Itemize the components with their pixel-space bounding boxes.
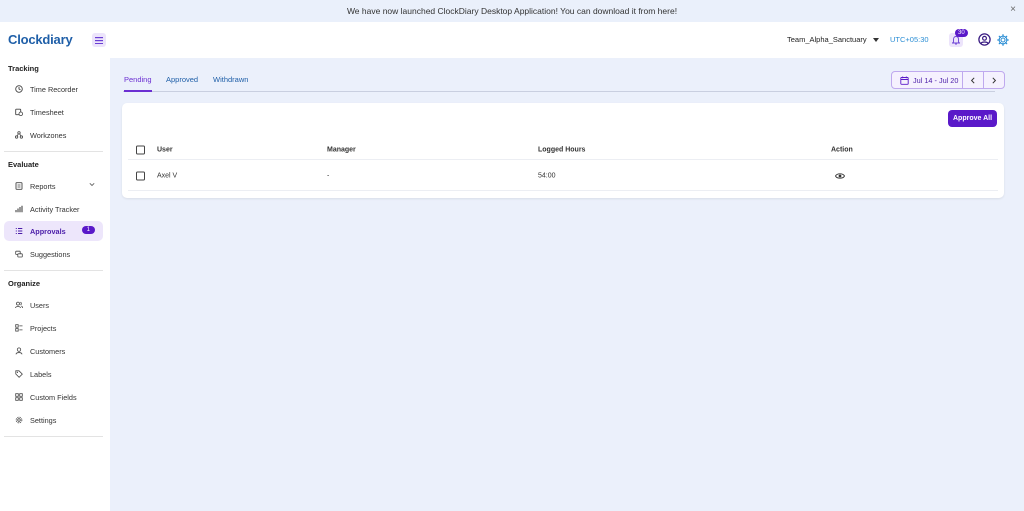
chevron-down-icon — [89, 182, 95, 187]
column-header-logged-hours[interactable]: Logged Hours — [538, 146, 585, 153]
gear-icon — [15, 416, 23, 424]
settings-gear-button[interactable] — [997, 33, 1009, 51]
column-header-manager[interactable]: Manager — [327, 146, 356, 153]
users-icon — [15, 301, 23, 309]
reports-icon — [15, 182, 23, 190]
hamburger-menu-button[interactable] — [92, 33, 106, 47]
date-range-button[interactable]: Jul 14 - Jul 20 — [892, 72, 963, 88]
clock-icon — [15, 85, 23, 93]
menu-icon — [95, 36, 103, 44]
divider — [4, 151, 103, 152]
gear-icon — [997, 34, 1009, 46]
next-week-button[interactable] — [983, 72, 1004, 88]
divider — [4, 270, 103, 271]
sidebar-item-label: Reports — [30, 181, 56, 191]
team-name: Team_Alpha_Sanctuary — [787, 35, 867, 44]
select-all-checkbox[interactable] — [136, 145, 145, 154]
sidebar-item-activity-tracker[interactable]: Activity Tracker — [4, 199, 103, 219]
sidebar-item-label: Customers — [30, 346, 66, 356]
sidebar-item-label: Activity Tracker — [30, 204, 80, 214]
sidebar-item-custom-fields[interactable]: Custom Fields — [4, 387, 103, 407]
approvals-count-badge: 1 — [81, 226, 95, 234]
timesheet-icon — [15, 108, 23, 116]
sidebar-item-label: Labels — [30, 369, 52, 379]
sidebar-item-settings[interactable]: Settings — [4, 410, 103, 430]
profile-button[interactable] — [978, 33, 991, 51]
custom-fields-icon — [15, 393, 23, 401]
sidebar-item-label: Timesheet — [30, 107, 64, 117]
sidebar-item-timesheet[interactable]: Timesheet — [4, 102, 103, 122]
sidebar-item-label: Approvals — [30, 226, 66, 236]
bar-chart-icon — [15, 205, 23, 213]
checklist-icon — [15, 228, 23, 234]
sidebar: Tracking Time Recorder Timesheet Workzon… — [0, 58, 110, 511]
close-banner-button[interactable]: × — [1010, 5, 1016, 15]
tab-approved[interactable]: Approved — [166, 75, 198, 91]
section-title-organize: Organize — [8, 279, 41, 288]
row-checkbox[interactable] — [136, 171, 145, 180]
section-title-tracking: Tracking — [8, 64, 39, 73]
approve-all-button[interactable]: Approve All — [948, 110, 997, 127]
date-range-picker: Jul 14 - Jul 20 — [891, 71, 1005, 89]
section-title-evaluate: Evaluate — [8, 160, 39, 169]
banner-text[interactable]: We have now launched ClockDiary Desktop … — [347, 6, 677, 16]
eye-icon — [834, 172, 846, 179]
customer-icon — [15, 347, 23, 355]
sidebar-item-time-recorder[interactable]: Time Recorder — [4, 79, 103, 99]
sidebar-item-label: Settings — [30, 415, 57, 425]
suggestions-icon — [15, 250, 23, 258]
workzones-icon — [15, 131, 23, 139]
previous-week-button[interactable] — [963, 72, 984, 88]
projects-icon — [15, 324, 23, 332]
tag-icon — [15, 370, 23, 378]
column-header-user[interactable]: User — [157, 146, 173, 153]
row-manager: - — [327, 172, 330, 179]
sidebar-item-suggestions[interactable]: Suggestions — [4, 244, 103, 264]
tab-pending[interactable]: Pending — [124, 75, 152, 92]
sidebar-item-label: Time Recorder — [30, 84, 78, 94]
notification-count-badge: 30 — [955, 29, 968, 37]
chevron-right-icon — [992, 76, 997, 84]
user-circle-icon — [978, 33, 991, 46]
divider — [4, 436, 103, 437]
sidebar-item-approvals[interactable]: Approvals 1 — [4, 221, 103, 241]
app-logo[interactable]: Clockdiary — [8, 32, 73, 47]
table-header: User Manager Logged Hours Action — [128, 140, 998, 160]
sidebar-item-label: Suggestions — [30, 249, 71, 259]
row-user: Axel V — [157, 172, 178, 179]
notifications-button[interactable]: 30 — [949, 29, 968, 47]
sidebar-item-label: Workzones — [30, 130, 67, 140]
sidebar-item-projects[interactable]: Projects — [4, 318, 103, 338]
sidebar-item-labels[interactable]: Labels — [4, 364, 103, 384]
timezone-link[interactable]: UTC+05:30 — [890, 35, 929, 44]
chevron-left-icon — [970, 76, 975, 84]
announcement-banner[interactable]: We have now launched ClockDiary Desktop … — [0, 0, 1024, 22]
row-logged-hours: 54:00 — [538, 172, 556, 179]
sidebar-item-users[interactable]: Users — [4, 295, 103, 315]
main-content: Pending Approved Withdrawn Jul 14 - Jul … — [110, 58, 1024, 511]
sidebar-item-label: Custom Fields — [30, 392, 77, 402]
top-header: Clockdiary Team_Alpha_Sanctuary UTC+05:3… — [0, 22, 1024, 58]
sidebar-item-workzones[interactable]: Workzones — [4, 125, 103, 145]
date-range-label: Jul 14 - Jul 20 — [913, 75, 959, 85]
sidebar-item-reports[interactable]: Reports — [4, 176, 103, 196]
approvals-card: Approve All User Manager Logged Hours Ac… — [122, 103, 1004, 198]
team-selector[interactable]: Team_Alpha_Sanctuary — [787, 35, 879, 44]
calendar-icon — [900, 76, 909, 85]
sidebar-item-label: Users — [30, 300, 50, 310]
view-details-button[interactable] — [834, 172, 846, 179]
tab-withdrawn[interactable]: Withdrawn — [213, 75, 248, 91]
caret-down-icon — [872, 37, 879, 42]
sidebar-item-label: Projects — [30, 323, 57, 333]
sidebar-item-customers[interactable]: Customers — [4, 341, 103, 361]
column-header-action: Action — [831, 146, 853, 153]
table-row: Axel V - 54:00 — [128, 161, 998, 191]
approval-tabs: Pending Approved Withdrawn — [123, 73, 995, 92]
